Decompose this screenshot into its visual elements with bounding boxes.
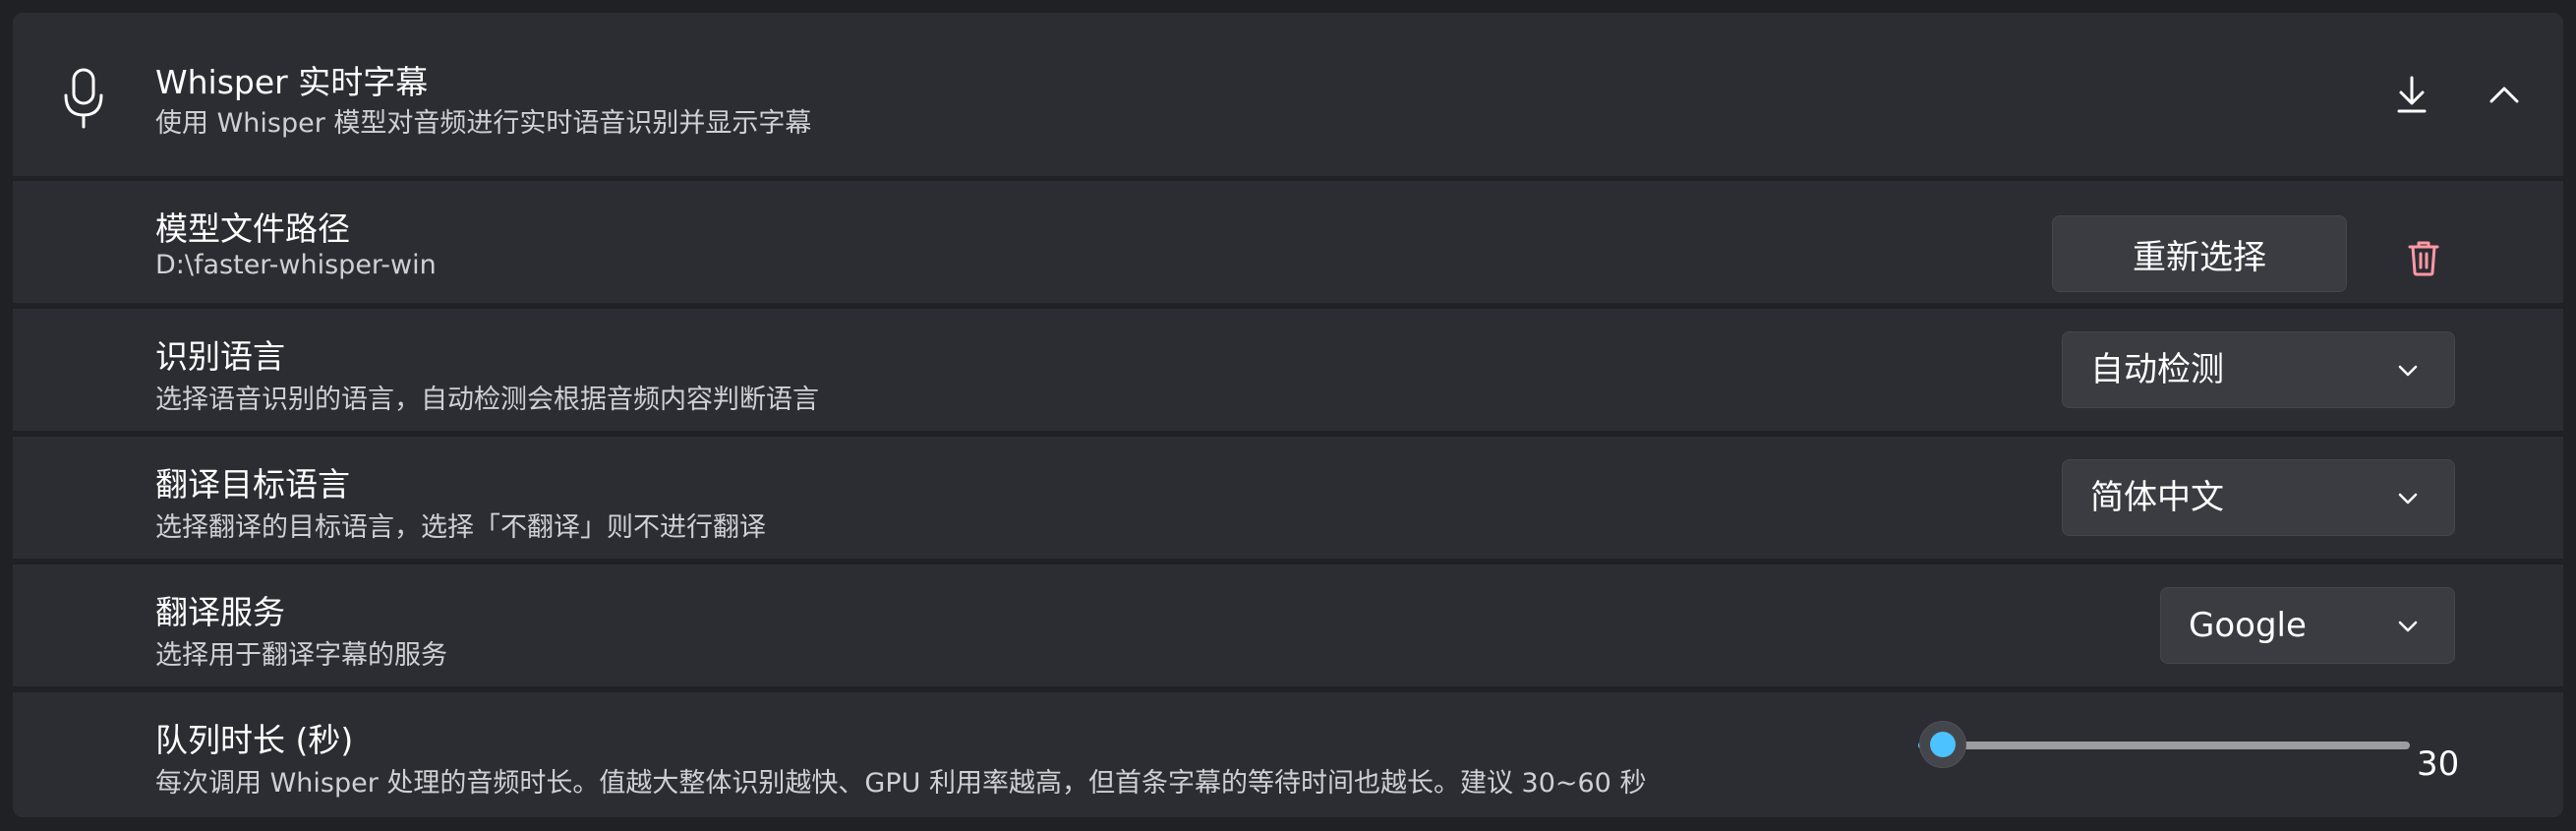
slider-track[interactable] [1918,742,2410,749]
model-path-value: D:\faster-whisper-win [155,250,437,280]
header-title: Whisper 实时字幕 [155,63,429,101]
queue-duration-value: 30 [2417,744,2460,784]
recognition-language-row: 识别语言 选择语音识别的语言，自动检测会根据音频内容判断语言 自动检测 [13,309,2563,431]
collapse-button[interactable] [2473,63,2536,126]
target-language-row: 翻译目标语言 选择翻译的目标语言，选择「不翻译」则不进行翻译 简体中文 [13,437,2563,559]
slider-thumb[interactable] [1919,721,1966,768]
header-description: 使用 Whisper 模型对音频进行实时语音识别并显示字幕 [155,108,812,139]
target-language-description: 选择翻译的目标语言，选择「不翻译」则不进行翻译 [155,512,766,543]
model-path-row: 模型文件路径 D:\faster-whisper-win 重新选择 [13,181,2563,303]
queue-duration-title: 队列时长 (秒) [155,721,354,759]
download-icon [2397,76,2427,113]
download-button[interactable] [2380,63,2443,126]
chevron-down-icon [2398,621,2418,632]
chevron-up-icon [2489,87,2519,103]
microphone-icon [64,68,103,129]
slider-thumb-core [1930,732,1956,757]
delete-model-button[interactable] [2392,226,2455,289]
recognition-language-description: 选择语音识别的语言，自动检测会根据音频内容判断语言 [155,385,819,415]
translation-service-select[interactable]: Google [2160,587,2455,664]
target-language-select[interactable]: 简体中文 [2062,459,2455,536]
model-path-title: 模型文件路径 [155,209,350,248]
recognition-language-select[interactable]: 自动检测 [2062,331,2455,408]
translation-service-title: 翻译服务 [155,593,285,631]
queue-duration-slider[interactable] [1906,720,2426,769]
chevron-down-icon [2398,365,2418,377]
translation-service-selected: Google [2189,606,2307,645]
queue-duration-row: 队列时长 (秒) 每次调用 Whisper 处理的音频时长。值越大整体识别越快、… [13,692,2563,817]
trash-icon [2408,241,2439,276]
translation-service-row: 翻译服务 选择用于翻译字幕的服务 Google [13,564,2563,686]
whisper-settings-panel: Whisper 实时字幕 使用 Whisper 模型对音频进行实时语音识别并显示… [13,13,2563,817]
recognition-language-title: 识别语言 [155,337,285,376]
reselect-button[interactable]: 重新选择 [2052,215,2347,292]
translation-service-description: 选择用于翻译字幕的服务 [155,640,447,671]
queue-duration-description: 每次调用 Whisper 处理的音频时长。值越大整体识别越快、GPU 利用率越高… [155,768,1647,799]
whisper-header[interactable]: Whisper 实时字幕 使用 Whisper 模型对音频进行实时语音识别并显示… [13,13,2563,176]
recognition-language-selected: 自动检测 [2090,350,2224,389]
target-language-title: 翻译目标语言 [155,465,350,504]
chevron-down-icon [2398,493,2418,505]
target-language-selected: 简体中文 [2090,478,2224,517]
